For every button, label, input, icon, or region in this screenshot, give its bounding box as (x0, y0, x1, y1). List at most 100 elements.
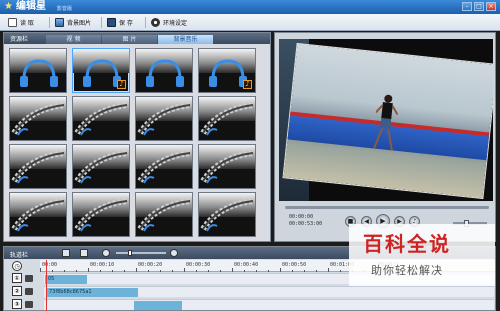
music-thumbnail[interactable] (72, 192, 130, 237)
music-thumbnail[interactable] (9, 192, 67, 237)
track-header[interactable]: ② (10, 286, 38, 297)
music-thumbnail[interactable] (9, 144, 67, 189)
film-strip-icon (137, 198, 191, 232)
save-label: 保 存 (119, 20, 133, 27)
ruler-tick-label: 00:00:10 (90, 262, 115, 268)
watermark: 百科全说 助你轻松解决 (349, 224, 495, 286)
ruler-tick (112, 270, 113, 272)
track-header[interactable]: ① (10, 273, 38, 284)
track-clip[interactable]: 73f8b68c8675a1 (46, 288, 138, 297)
speaker-icon[interactable] (25, 275, 33, 282)
ruler-tick (244, 270, 245, 272)
music-thumbnail[interactable] (135, 48, 193, 93)
thumbnail-grid: ♪ ♪ (9, 48, 256, 237)
ruler-tick (100, 270, 101, 272)
film-strip-icon (200, 150, 254, 184)
music-thumbnail[interactable]: ♪ (72, 48, 130, 93)
zoom-in-icon[interactable] (170, 249, 178, 257)
track-clip[interactable]: 05 (45, 275, 87, 284)
music-thumbnail[interactable] (135, 144, 193, 189)
track-number: ② (12, 286, 22, 296)
music-thumbnail[interactable]: ♪ (198, 48, 256, 93)
music-thumbnail[interactable] (72, 96, 130, 141)
film-strip-icon (74, 102, 128, 136)
ruler-tick (328, 268, 329, 272)
zoom-out-icon[interactable] (102, 249, 110, 257)
title-bar: ★ 编辑星 影音版 – □ × (0, 0, 500, 14)
ruler-tick-label: 00:00:50 (282, 262, 307, 268)
music-thumbnail[interactable] (135, 96, 193, 141)
toolbar-divider (49, 17, 50, 28)
tab-background-music[interactable]: 背景音乐 (158, 35, 213, 44)
film-strip-icon (74, 198, 128, 232)
ruler-tick (304, 270, 305, 272)
film-strip-icon (200, 198, 254, 232)
timecode-display: 00:00:00 00:00:53:00 (289, 214, 322, 228)
ruler-tick (280, 268, 281, 272)
ruler-tick-label: 00:00:20 (138, 262, 163, 268)
background-image-label: 背景图片 (67, 20, 92, 27)
app-version: 影音版 (57, 6, 73, 12)
ruler-tick-label: 00:00 (42, 262, 58, 268)
background-image-button[interactable]: 背景图片 (55, 17, 91, 28)
ruler-tick (220, 270, 221, 272)
music-note-icon: ♪ (243, 80, 252, 89)
seek-bar[interactable] (285, 206, 489, 209)
film-strip-icon (74, 150, 128, 184)
track-number: ① (12, 273, 22, 283)
film-strip-icon (200, 102, 254, 136)
track-header[interactable]: ③ (10, 299, 38, 310)
track-clip[interactable] (134, 301, 182, 310)
minimize-button[interactable]: – (462, 2, 472, 11)
tab-video[interactable]: 视 频 (46, 35, 101, 44)
read-label: 读 取 (20, 20, 34, 27)
grid-icon[interactable] (80, 249, 88, 257)
timeline-clock: ◷ (10, 261, 38, 272)
speaker-icon[interactable] (25, 301, 33, 308)
music-thumbnail[interactable] (198, 144, 256, 189)
music-thumbnail[interactable] (135, 192, 193, 237)
ruler-tick (88, 268, 89, 272)
zoom-slider[interactable] (116, 252, 166, 254)
music-thumbnail[interactable] (198, 96, 256, 141)
tab-images[interactable]: 图 片 (102, 35, 157, 44)
resource-header: 资源栏 视 频 图 片 背景音乐 (4, 33, 270, 44)
ruler-tick (76, 270, 77, 272)
film-strip-icon (11, 150, 65, 184)
clock-icon: ◷ (12, 261, 22, 271)
ruler-tick (40, 268, 41, 272)
watermark-subtitle: 助你轻松解决 (371, 264, 443, 277)
ruler-tick (148, 270, 149, 272)
app-title: 编辑星 (16, 1, 46, 12)
document-icon (8, 18, 17, 27)
preview-screen (279, 39, 493, 201)
music-thumbnail[interactable] (198, 192, 256, 237)
music-thumbnail[interactable] (9, 48, 67, 93)
main-toolbar: 读 取 背景图片 保 存 环境设定 (0, 14, 500, 31)
environment-settings-button[interactable]: 环境设定 (151, 17, 187, 28)
gear-icon (151, 18, 160, 27)
ruler-tick (268, 270, 269, 272)
maximize-button[interactable]: □ (474, 2, 484, 11)
close-button[interactable]: × (486, 2, 496, 11)
timeline-track[interactable]: 73f8b68c8675a1 (44, 286, 494, 297)
zoom-slider-knob[interactable] (128, 250, 132, 256)
toolbar-divider (101, 17, 102, 28)
ruler-tick (160, 270, 161, 272)
read-button[interactable]: 读 取 (8, 17, 34, 28)
total-time: 00:00:53:00 (289, 221, 323, 227)
save-track-icon[interactable] (62, 249, 70, 257)
save-button[interactable]: 保 存 (107, 17, 133, 28)
timeline-track[interactable] (44, 299, 494, 310)
preview-panel: 00:00:00 00:00:53:00 ■ ◀ ▶ ▶ ♪ (274, 32, 496, 242)
ruler-tick (316, 270, 317, 272)
timeline-title: 轨道栏 (10, 252, 29, 259)
music-thumbnail[interactable] (72, 144, 130, 189)
film-strip-icon (137, 150, 191, 184)
music-thumbnail[interactable] (9, 96, 67, 141)
playhead[interactable] (46, 260, 47, 311)
watermark-title: 百科全说 (363, 232, 451, 256)
resource-panel: 资源栏 视 频 图 片 背景音乐 ♪ ♪ (3, 32, 271, 242)
headphones-icon (146, 59, 184, 87)
speaker-icon[interactable] (25, 288, 33, 295)
